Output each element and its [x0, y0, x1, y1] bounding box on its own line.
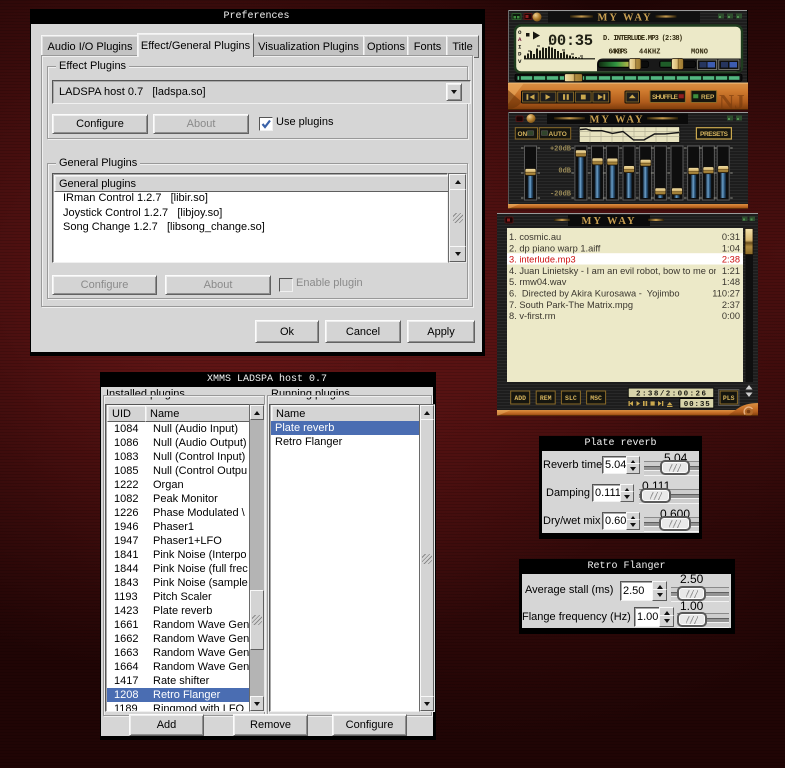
svg-text:00:35: 00:35 [684, 401, 710, 409]
svg-text:PRESETS: PRESETS [700, 131, 729, 138]
svg-text:AUTO: AUTO [549, 131, 567, 138]
svg-text:110:27: 110:27 [712, 289, 740, 299]
svg-text:-20dB: -20dB [550, 191, 572, 199]
svg-text:2:38: 2:38 [722, 255, 740, 265]
svg-text:0dB: 0dB [558, 168, 571, 176]
svg-text:SHUFFLE: SHUFFLE [652, 94, 679, 101]
svg-text:1:04: 1:04 [722, 243, 740, 253]
svg-text:REP: REP [701, 94, 715, 101]
svg-text:1. cosmic.au: 1. cosmic.au [509, 232, 561, 242]
svg-text:PLS: PLS [723, 395, 735, 402]
svg-text:0:31: 0:31 [722, 232, 740, 242]
svg-text:1:21: 1:21 [722, 266, 740, 276]
svg-text:NJ: NJ [719, 90, 745, 110]
svg-text:64KBPS: 64KBPS [609, 49, 628, 57]
svg-text:44KHZ: 44KHZ [639, 49, 661, 57]
svg-text:1:48: 1:48 [722, 277, 740, 287]
svg-text:MY WAY: MY WAY [581, 216, 636, 227]
svg-text:0:00: 0:00 [722, 311, 740, 321]
svg-text:3. interlude.mp3: 3. interlude.mp3 [509, 255, 576, 265]
svg-text:7. South Park-The Matrix.mpg: 7. South Park-The Matrix.mpg [509, 300, 633, 310]
svg-text:MY WAY: MY WAY [589, 115, 644, 126]
svg-text:+20dB: +20dB [550, 146, 572, 154]
svg-text:2:37: 2:37 [722, 300, 740, 310]
svg-text:A: A [518, 36, 522, 43]
svg-text:8. v-first.rm: 8. v-first.rm [509, 311, 556, 321]
svg-text:I: I [518, 43, 522, 50]
svg-text:2. dp piano warp 1.aiff: 2. dp piano warp 1.aiff [509, 243, 601, 253]
svg-text:MSC: MSC [590, 395, 602, 402]
svg-text:D. INTERLUDE.MP3 (2:38): D. INTERLUDE.MP3 (2:38) [603, 35, 683, 43]
svg-text:6. Directed by Akira Kurosawa: 6. Directed by Akira Kurosawa - Yojimbo [509, 289, 680, 299]
svg-text:D: D [518, 51, 522, 58]
svg-text:MONO: MONO [691, 49, 708, 57]
svg-text:REM: REM [540, 395, 552, 402]
svg-text:MY WAY: MY WAY [597, 13, 652, 24]
svg-text:ON: ON [518, 131, 528, 138]
svg-text:ADD: ADD [514, 395, 526, 402]
svg-text:5. rmw04.wav: 5. rmw04.wav [509, 277, 567, 287]
svg-text:00:35: 00:35 [548, 32, 593, 50]
svg-text:SLC: SLC [565, 395, 577, 402]
svg-text:V: V [518, 58, 522, 65]
svg-text:O: O [518, 29, 522, 36]
svg-text:4. Juan Linietsky - I am an ev: 4. Juan Linietsky - I am an evil robot, … [509, 266, 724, 276]
